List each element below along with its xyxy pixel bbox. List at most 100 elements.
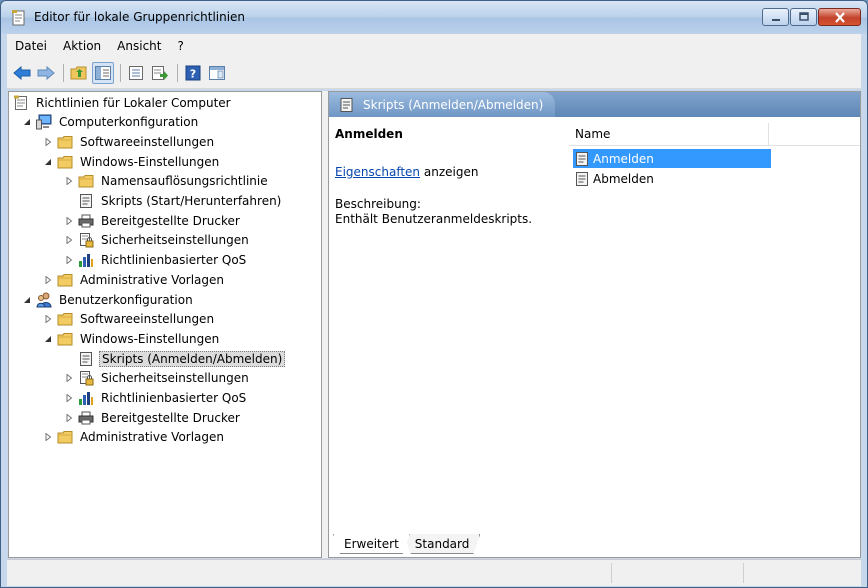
close-button[interactable] bbox=[818, 8, 861, 26]
collapsed-arrow-icon[interactable] bbox=[43, 137, 53, 147]
tree-item-label: Bereitgestellte Drucker bbox=[101, 410, 240, 425]
collapsed-arrow-icon[interactable] bbox=[64, 176, 74, 186]
expanded-arrow-icon[interactable] bbox=[43, 157, 53, 167]
tree-item-label: Richtlinienbasierter QoS bbox=[101, 391, 247, 405]
minimize-icon bbox=[771, 19, 780, 21]
details-header: Skripts (Anmelden/Abmelden) bbox=[329, 92, 860, 117]
folder-icon bbox=[57, 429, 73, 445]
up-folder-button[interactable] bbox=[68, 62, 90, 84]
maximize-button[interactable] bbox=[790, 8, 817, 26]
properties-icon bbox=[129, 66, 143, 80]
back-button[interactable] bbox=[11, 62, 33, 84]
menu-aktion[interactable]: Aktion bbox=[55, 39, 109, 53]
show-tree-button[interactable] bbox=[92, 62, 114, 84]
collapsed-arrow-icon[interactable] bbox=[64, 216, 74, 226]
collapsed-arrow-icon[interactable] bbox=[43, 275, 53, 285]
section-title: Anmelden bbox=[335, 127, 403, 141]
tree-item[interactable]: Richtlinien für Lokaler Computer bbox=[13, 93, 233, 112]
collapsed-arrow-icon[interactable] bbox=[64, 393, 74, 403]
folder-icon bbox=[57, 154, 73, 170]
security-icon bbox=[78, 232, 94, 248]
tree-item-label: Skripts (Anmelden/Abmelden) bbox=[99, 350, 286, 367]
folder-icon bbox=[78, 173, 94, 189]
menu-help[interactable]: ? bbox=[169, 39, 191, 53]
column-header-name[interactable]: Name bbox=[569, 123, 769, 145]
printer-icon bbox=[78, 410, 94, 426]
menu-ansicht[interactable]: Ansicht bbox=[109, 39, 169, 53]
tree-item[interactable]: Benutzerkonfiguration bbox=[22, 290, 195, 309]
properties-link[interactable]: Eigenschaften bbox=[335, 165, 420, 179]
collapsed-arrow-icon[interactable] bbox=[43, 432, 53, 442]
details-header-title: Skripts (Anmelden/Abmelden) bbox=[363, 97, 544, 112]
tree-item[interactable]: Skripts (Anmelden/Abmelden) bbox=[64, 349, 286, 368]
help-button[interactable]: ? bbox=[182, 62, 204, 84]
script-icon bbox=[574, 151, 590, 167]
users-icon bbox=[36, 292, 52, 308]
collapsed-arrow-icon[interactable] bbox=[64, 255, 74, 265]
tree-item[interactable]: Richtlinienbasierter QoS bbox=[64, 389, 248, 408]
details-pane: Skripts (Anmelden/Abmelden) Anmelden Eig… bbox=[328, 91, 861, 558]
minimize-button[interactable] bbox=[762, 8, 789, 26]
console-tree[interactable]: Richtlinien für Lokaler Computer Computer… bbox=[8, 91, 322, 558]
expanded-arrow-icon[interactable] bbox=[22, 295, 32, 305]
toolbar-separator bbox=[177, 64, 178, 82]
tree-item[interactable]: Windows-Einstellungen bbox=[43, 152, 221, 171]
tree-item[interactable]: Softwareeinstellungen bbox=[43, 132, 216, 151]
list-header: Name bbox=[569, 123, 860, 146]
collapsed-arrow-icon[interactable] bbox=[64, 235, 74, 245]
export-list-button[interactable] bbox=[149, 62, 171, 84]
qos-chart-icon bbox=[78, 252, 94, 268]
policy-doc-icon bbox=[13, 95, 29, 111]
tab-standard[interactable]: Standard bbox=[404, 534, 481, 554]
tree-item[interactable]: Windows-Einstellungen bbox=[43, 329, 221, 348]
tree-item[interactable]: Richtlinienbasierter QoS bbox=[64, 251, 248, 270]
tree-item[interactable]: Sicherheitseinstellungen bbox=[64, 369, 251, 388]
tree-item-label: Softwareeinstellungen bbox=[80, 312, 215, 327]
security-icon bbox=[78, 370, 94, 386]
expanded-arrow-icon[interactable] bbox=[43, 334, 53, 344]
forward-arrow-icon bbox=[37, 66, 55, 80]
tree-item[interactable]: Bereitgestellte Drucker bbox=[64, 408, 242, 427]
properties-button[interactable] bbox=[125, 62, 147, 84]
tree-item-label: Bereitgestellte Drucker bbox=[101, 213, 240, 228]
properties-link-suffix: anzeigen bbox=[420, 165, 479, 179]
show-hide-action-pane-button[interactable] bbox=[206, 62, 228, 84]
action-pane-icon bbox=[209, 66, 225, 80]
status-bar bbox=[7, 559, 861, 586]
menu-datei[interactable]: Datei bbox=[7, 39, 55, 53]
tree-item[interactable]: Skripts (Start/Herunterfahren) bbox=[64, 192, 283, 211]
tree-item[interactable]: Namensauflösungsrichtlinie bbox=[64, 172, 270, 191]
tree-item[interactable]: Administrative Vorlagen bbox=[43, 428, 226, 447]
tree-item-label: Richtlinienbasierter QoS bbox=[101, 253, 247, 268]
console-tree-icon bbox=[95, 66, 111, 80]
tree-item[interactable]: Bereitgestellte Drucker bbox=[64, 211, 242, 230]
list-item[interactable]: Abmelden bbox=[573, 169, 771, 188]
close-icon bbox=[834, 11, 845, 23]
details-header-tab: Skripts (Anmelden/Abmelden) bbox=[329, 92, 555, 117]
tree-item[interactable]: Softwareeinstellungen bbox=[43, 310, 216, 329]
collapsed-arrow-icon[interactable] bbox=[64, 373, 74, 383]
toolbar-separator bbox=[120, 64, 121, 82]
tree-item-label: Sicherheitseinstellungen bbox=[101, 371, 249, 386]
status-segment bbox=[743, 563, 744, 583]
list-item[interactable]: Anmelden bbox=[573, 149, 771, 168]
tree-item[interactable]: Sicherheitseinstellungen bbox=[64, 231, 251, 250]
tree-item[interactable]: Computerkonfiguration bbox=[22, 113, 200, 132]
collapsed-arrow-icon[interactable] bbox=[64, 413, 74, 423]
list-item-label: Anmelden bbox=[593, 151, 654, 166]
expanded-arrow-icon[interactable] bbox=[22, 117, 32, 127]
tree-item-label: Windows-Einstellungen bbox=[80, 331, 220, 346]
title-bar[interactable]: Editor für lokale Gruppenrichtlinien bbox=[1, 1, 867, 34]
folder-icon bbox=[57, 331, 73, 347]
tree-item[interactable]: Administrative Vorlagen bbox=[43, 270, 226, 289]
forward-button[interactable] bbox=[35, 62, 57, 84]
tree-item-label: Namensauflösungsrichtlinie bbox=[101, 174, 268, 189]
folder-icon bbox=[57, 311, 73, 327]
help-icon: ? bbox=[185, 65, 201, 81]
description-text: Enthält Benutzeranmeldeskripts. bbox=[335, 212, 533, 226]
tab-erweitert[interactable]: Erweitert bbox=[333, 534, 410, 554]
window-controls bbox=[761, 8, 861, 26]
collapsed-arrow-icon[interactable] bbox=[43, 314, 53, 324]
